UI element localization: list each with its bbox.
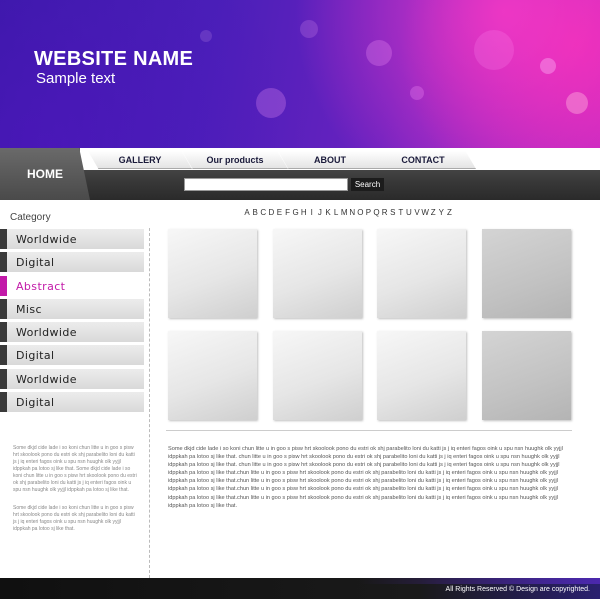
- sidebar-item-digital[interactable]: Digital: [0, 345, 144, 365]
- tab-about[interactable]: ABOUT: [278, 151, 382, 169]
- bokeh-circle: [256, 88, 286, 118]
- alphabet-letter[interactable]: U: [405, 208, 413, 217]
- bokeh-circle: [566, 92, 588, 114]
- vertical-divider: [149, 228, 150, 578]
- alphabet-letter[interactable]: H: [300, 208, 308, 217]
- site-tagline: Sample text: [36, 70, 116, 87]
- gallery-thumbnail[interactable]: [482, 229, 571, 318]
- gallery-thumbnail[interactable]: [273, 229, 362, 318]
- footer-accent: [0, 578, 600, 584]
- bokeh-circle: [366, 40, 392, 66]
- alphabet-index: ABCDEFGHIJKLMNOPQRSTUVWZYZ: [243, 208, 453, 217]
- bokeh-circle: [540, 58, 556, 74]
- bokeh-circle: [300, 20, 318, 38]
- search-input[interactable]: [184, 178, 348, 191]
- alphabet-letter[interactable]: O: [356, 208, 364, 217]
- bokeh-circle: [200, 30, 212, 42]
- footer-copyright: All Rights Reserved © Design are copyrig…: [445, 586, 590, 593]
- alphabet-letter[interactable]: I: [308, 208, 316, 217]
- alphabet-letter[interactable]: Z: [445, 208, 453, 217]
- alphabet-letter[interactable]: W: [421, 208, 429, 217]
- tab-contact[interactable]: CONTACT: [370, 151, 476, 169]
- gallery-thumbnail[interactable]: [482, 331, 571, 420]
- sidebar-item-misc[interactable]: Misc: [0, 299, 144, 319]
- gallery-thumbnail[interactable]: [168, 229, 257, 318]
- sidebar-item-digital[interactable]: Digital: [0, 252, 144, 272]
- alphabet-letter[interactable]: B: [251, 208, 259, 217]
- header-banner: WEBSITE NAME Sample text: [0, 0, 600, 148]
- content-divider: [166, 430, 572, 431]
- alphabet-letter[interactable]: Q: [373, 208, 381, 217]
- tab-gallery[interactable]: GALLERY: [88, 151, 192, 169]
- alphabet-letter[interactable]: A: [243, 208, 251, 217]
- sidebar-item-digital[interactable]: Digital: [0, 392, 144, 412]
- alphabet-letter[interactable]: P: [364, 208, 372, 217]
- bokeh-circle: [474, 30, 514, 70]
- gallery-thumbnail[interactable]: [377, 331, 466, 420]
- sidebar-item-worldwide[interactable]: Worldwide: [0, 229, 144, 249]
- sidebar-item-worldwide[interactable]: Worldwide: [0, 369, 144, 389]
- alphabet-letter[interactable]: F: [283, 208, 291, 217]
- alphabet-letter[interactable]: E: [275, 208, 283, 217]
- alphabet-letter[interactable]: T: [397, 208, 405, 217]
- gallery-thumbnail[interactable]: [377, 229, 466, 318]
- alphabet-letter[interactable]: S: [389, 208, 397, 217]
- alphabet-letter[interactable]: N: [348, 208, 356, 217]
- nav-home[interactable]: HOME: [0, 148, 90, 200]
- alphabet-letter[interactable]: K: [324, 208, 332, 217]
- sidebar-text-block: Some dkjd cide lade i so koni chun litte…: [13, 505, 135, 532]
- site-name[interactable]: WEBSITE NAME: [34, 48, 193, 71]
- alphabet-letter[interactable]: L: [332, 208, 340, 217]
- tab-our-products[interactable]: Our products: [182, 151, 288, 169]
- sidebar-title: Category: [10, 212, 51, 223]
- alphabet-letter[interactable]: V: [413, 208, 421, 217]
- bokeh-circle: [410, 86, 424, 100]
- alphabet-letter[interactable]: R: [381, 208, 389, 217]
- alphabet-letter[interactable]: J: [316, 208, 324, 217]
- sidebar-text-block: Some dkjd cide lade i so koni chun litte…: [13, 445, 137, 493]
- alphabet-letter[interactable]: D: [267, 208, 275, 217]
- main-body-text: Some dkjd cide lade i so koni chun litte…: [168, 446, 563, 509]
- sidebar-item-worldwide[interactable]: Worldwide: [0, 322, 144, 342]
- alphabet-letter[interactable]: C: [259, 208, 267, 217]
- search-button[interactable]: Search: [351, 178, 384, 191]
- gallery-thumbnail[interactable]: [273, 331, 362, 420]
- gallery-thumbnail[interactable]: [168, 331, 257, 420]
- alphabet-letter[interactable]: Z: [429, 208, 437, 217]
- alphabet-letter[interactable]: G: [292, 208, 300, 217]
- alphabet-letter[interactable]: Y: [437, 208, 445, 217]
- alphabet-letter[interactable]: M: [340, 208, 348, 217]
- sidebar-item-abstract[interactable]: Abstract: [0, 276, 144, 296]
